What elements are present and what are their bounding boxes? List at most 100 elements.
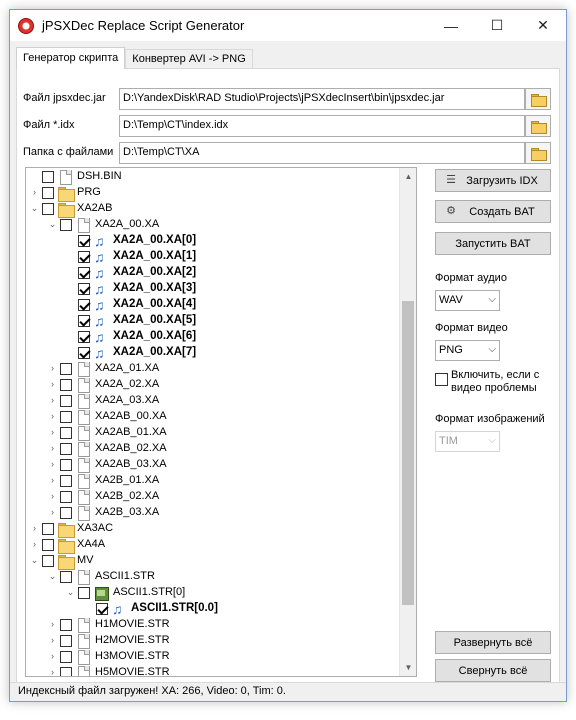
tree-item-checkbox[interactable]	[78, 235, 90, 247]
chevron-right-icon[interactable]: ›	[48, 492, 57, 501]
chevron-right-icon[interactable]: ›	[48, 652, 57, 661]
tree-item[interactable]: › XA2B_01.XA	[26, 473, 396, 489]
run-bat-button[interactable]: Запустить BAT	[435, 232, 551, 255]
load-idx-button[interactable]: ☰ Загрузить IDX	[435, 169, 551, 192]
tab-avi-to-png[interactable]: Конвертер AVI -> PNG	[125, 49, 253, 69]
tree-item-checkbox[interactable]	[78, 251, 90, 263]
idx-path-input[interactable]: D:\Temp\CT\index.idx	[119, 115, 525, 137]
chevron-right-icon[interactable]: ›	[30, 540, 39, 549]
tree-item[interactable]: ⌄ XA2AB	[26, 201, 396, 218]
title-bar[interactable]: jPSXDec Replace Script Generator — ☐ ✕	[10, 10, 566, 41]
tree-item[interactable]: › H3MOVIE.STR	[26, 649, 396, 665]
tree-item[interactable]: ⌄ ASCII1.STR[0]	[26, 585, 396, 601]
tree-item-checkbox[interactable]	[60, 411, 72, 423]
scroll-down-arrow-icon[interactable]: ▼	[400, 659, 416, 676]
minimize-button[interactable]: —	[428, 10, 474, 41]
tree-item-checkbox[interactable]	[78, 587, 90, 599]
chevron-right-icon[interactable]: ›	[48, 636, 57, 645]
chevron-right-icon[interactable]: ›	[48, 396, 57, 405]
chevron-down-icon[interactable]: ⌄	[30, 204, 39, 213]
tree-item-checkbox[interactable]	[60, 427, 72, 439]
tree-item-checkbox[interactable]	[78, 331, 90, 343]
tree-item[interactable]: ♫ XA2A_00.XA[0]	[26, 233, 396, 249]
tree-item-checkbox[interactable]	[42, 555, 54, 567]
tree-item[interactable]: › H1MOVIE.STR	[26, 617, 396, 633]
idx-browse-button[interactable]	[525, 115, 551, 137]
tree-item-checkbox[interactable]	[42, 171, 54, 183]
tree-item[interactable]: › XA2A_01.XA	[26, 361, 396, 377]
tree-item[interactable]: ⌄ ASCII1.STR	[26, 569, 396, 585]
tree-item-checkbox[interactable]	[60, 667, 72, 676]
tree-item[interactable]: ♫ XA2A_00.XA[7]	[26, 345, 396, 361]
tree-item-checkbox[interactable]	[60, 219, 72, 231]
chevron-down-icon[interactable]: ⌄	[48, 220, 57, 229]
tree-item-checkbox[interactable]	[78, 347, 90, 359]
tree-item-checkbox[interactable]	[60, 443, 72, 455]
tree-item[interactable]: › XA3AC	[26, 521, 396, 538]
tree-item[interactable]: DSH.BIN	[26, 169, 396, 185]
tree-item-checkbox[interactable]	[42, 539, 54, 551]
tree-item[interactable]: › H2MOVIE.STR	[26, 633, 396, 649]
tree-item[interactable]: ♫ ASCII1.STR[0.0]	[26, 601, 396, 617]
tree-item[interactable]: ⌄ XA2A_00.XA	[26, 217, 396, 233]
tree-item-checkbox[interactable]	[42, 187, 54, 199]
tree-item[interactable]: ♫ XA2A_00.XA[2]	[26, 265, 396, 281]
tree-item[interactable]: › H5MOVIE.STR	[26, 665, 396, 677]
tree-item[interactable]: ⌄ MV	[26, 553, 396, 570]
tree-item[interactable]: ♫ XA2A_00.XA[6]	[26, 329, 396, 345]
video-format-select[interactable]: PNG ⌵	[435, 340, 500, 361]
chevron-right-icon[interactable]: ›	[48, 364, 57, 373]
tree-item-checkbox[interactable]	[78, 283, 90, 295]
tree-item[interactable]: › XA4A	[26, 537, 396, 554]
create-bat-button[interactable]: ⚙ Создать BAT	[435, 200, 551, 223]
chevron-right-icon[interactable]: ›	[48, 620, 57, 629]
close-button[interactable]: ✕	[520, 10, 566, 41]
tree-item-checkbox[interactable]	[60, 507, 72, 519]
tree-item-checkbox[interactable]	[42, 203, 54, 215]
chevron-right-icon[interactable]: ›	[48, 668, 57, 677]
chevron-right-icon[interactable]: ›	[48, 476, 57, 485]
tree-item[interactable]: › XA2B_02.XA	[26, 489, 396, 505]
tree-item[interactable]: ♫ XA2A_00.XA[4]	[26, 297, 396, 313]
tree-item[interactable]: › XA2A_03.XA	[26, 393, 396, 409]
tree-item-checkbox[interactable]	[78, 315, 90, 327]
tree-item-checkbox[interactable]	[60, 475, 72, 487]
tree-item[interactable]: › PRG	[26, 185, 396, 202]
tab-script-generator[interactable]: Генератор скрипта	[16, 47, 126, 69]
tree-item[interactable]: › XA2AB_00.XA	[26, 409, 396, 425]
maximize-button[interactable]: ☐	[474, 10, 520, 41]
chevron-right-icon[interactable]: ›	[48, 460, 57, 469]
tree-item-checkbox[interactable]	[60, 379, 72, 391]
expand-all-button[interactable]: Развернуть всё	[435, 631, 551, 654]
tree-item[interactable]: › XA2AB_01.XA	[26, 425, 396, 441]
tree-item-checkbox[interactable]	[60, 363, 72, 375]
tree-item-checkbox[interactable]	[60, 571, 72, 583]
chevron-right-icon[interactable]: ›	[30, 524, 39, 533]
audio-format-select[interactable]: WAV ⌵	[435, 290, 500, 311]
scrollbar-thumb[interactable]	[402, 301, 414, 605]
tree-item[interactable]: ♫ XA2A_00.XA[5]	[26, 313, 396, 329]
collapse-all-button[interactable]: Свернуть всё	[435, 659, 551, 682]
chevron-down-icon[interactable]: ⌄	[66, 588, 75, 597]
tree-item[interactable]: › XA2AB_02.XA	[26, 441, 396, 457]
tree-item-checkbox[interactable]	[42, 523, 54, 535]
scroll-up-arrow-icon[interactable]: ▲	[400, 168, 416, 185]
tree-item-checkbox[interactable]	[60, 459, 72, 471]
chevron-right-icon[interactable]: ›	[48, 412, 57, 421]
tree-item[interactable]: ♫ XA2A_00.XA[3]	[26, 281, 396, 297]
tree-item[interactable]: › XA2A_02.XA	[26, 377, 396, 393]
chevron-down-icon[interactable]: ⌄	[30, 556, 39, 565]
tree-item-checkbox[interactable]	[78, 267, 90, 279]
tree-scrollbar[interactable]: ▲ ▼	[399, 168, 416, 676]
tree-item-checkbox[interactable]	[60, 395, 72, 407]
tree-item-checkbox[interactable]	[60, 651, 72, 663]
video-problems-checkbox[interactable]	[435, 373, 448, 386]
tree-item-checkbox[interactable]	[60, 635, 72, 647]
jar-path-input[interactable]: D:\YandexDisk\RAD Studio\Projects\jPSXde…	[119, 88, 525, 110]
chevron-right-icon[interactable]: ›	[30, 188, 39, 197]
tree-item-checkbox[interactable]	[60, 491, 72, 503]
tree-item[interactable]: ♫ XA2A_00.XA[1]	[26, 249, 396, 265]
tree-item[interactable]: › XA2AB_03.XA	[26, 457, 396, 473]
folder-path-input[interactable]: D:\Temp\CT\XA	[119, 142, 525, 164]
tree-item-checkbox[interactable]	[78, 299, 90, 311]
